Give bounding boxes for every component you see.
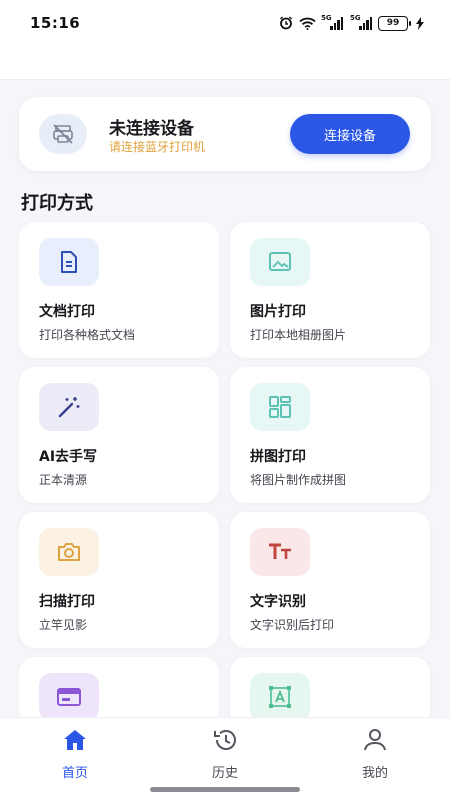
card-title: 拼图打印: [250, 449, 306, 465]
image-icon: [250, 238, 310, 286]
card-subtitle: 打印本地相册图片: [250, 328, 347, 342]
device-status-subtitle: 请连接蓝牙打印机: [109, 140, 206, 154]
document-icon: [39, 238, 99, 286]
signal-label: 5G: [350, 13, 361, 22]
card-text-recognition[interactable]: 文字识别 文字识别后打印: [230, 512, 430, 648]
tab-history[interactable]: 历史: [185, 728, 265, 782]
tab-profile[interactable]: 我的: [335, 728, 415, 782]
text-icon: [250, 528, 310, 576]
status-bar: 15:16 5G 5G 99: [0, 0, 450, 46]
header: [0, 46, 450, 80]
tab-label: 我的: [361, 766, 388, 781]
camera-icon: [39, 528, 99, 576]
signal-icon: 5G: [321, 14, 343, 30]
card-subtitle: 打印各种格式文档: [39, 328, 136, 342]
card-title: AI去手写: [39, 449, 98, 465]
alarm-icon: [279, 16, 293, 30]
signal-icon: 5G: [350, 14, 372, 30]
device-status-card: 未连接设备 请连接蓝牙打印机 连接设备: [19, 97, 431, 171]
card-ai-handwriting[interactable]: AI去手写 正本清源: [19, 367, 219, 503]
card-subtitle: 立竿见影: [39, 618, 88, 632]
history-icon: [212, 728, 238, 756]
connect-device-button[interactable]: 连接设备: [290, 114, 410, 154]
home-icon: [62, 728, 88, 756]
status-time: 15:16: [30, 14, 81, 32]
grid-icon: [250, 383, 310, 431]
tab-home[interactable]: 首页: [35, 728, 115, 782]
card-puzzle-print[interactable]: 拼图打印 将图片制作成拼图: [230, 367, 430, 503]
card-title: 图片打印: [250, 304, 306, 320]
printer-off-icon: [39, 114, 87, 154]
charging-icon: [416, 16, 424, 30]
text-scan-icon: [250, 673, 310, 721]
wifi-icon: [299, 17, 316, 30]
tab-label: 首页: [61, 766, 88, 781]
card-scan-print[interactable]: 扫描打印 立竿见影: [19, 512, 219, 648]
card-subtitle: 正本清源: [39, 473, 88, 487]
user-icon: [362, 728, 388, 756]
tab-label: 历史: [211, 766, 238, 781]
card-subtitle: 将图片制作成拼图: [250, 473, 347, 487]
device-status-title: 未连接设备: [109, 119, 194, 139]
status-icons: 5G 5G 99: [279, 14, 424, 31]
card-image-print[interactable]: 图片打印 打印本地相册图片: [230, 222, 430, 358]
battery-icon: 99: [378, 15, 411, 31]
card-title: 扫描打印: [39, 594, 95, 610]
card-document-print[interactable]: 文档打印 打印各种格式文档: [19, 222, 219, 358]
card-title: 文档打印: [39, 304, 95, 320]
browser-window-icon: [39, 673, 99, 721]
card-title: 文字识别: [250, 594, 306, 610]
section-title: 打印方式: [21, 193, 93, 214]
card-subtitle: 文字识别后打印: [250, 618, 335, 632]
battery-level: 99: [386, 18, 400, 28]
signal-label: 5G: [321, 13, 332, 22]
home-indicator[interactable]: [150, 787, 300, 792]
magic-wand-icon: [39, 383, 99, 431]
